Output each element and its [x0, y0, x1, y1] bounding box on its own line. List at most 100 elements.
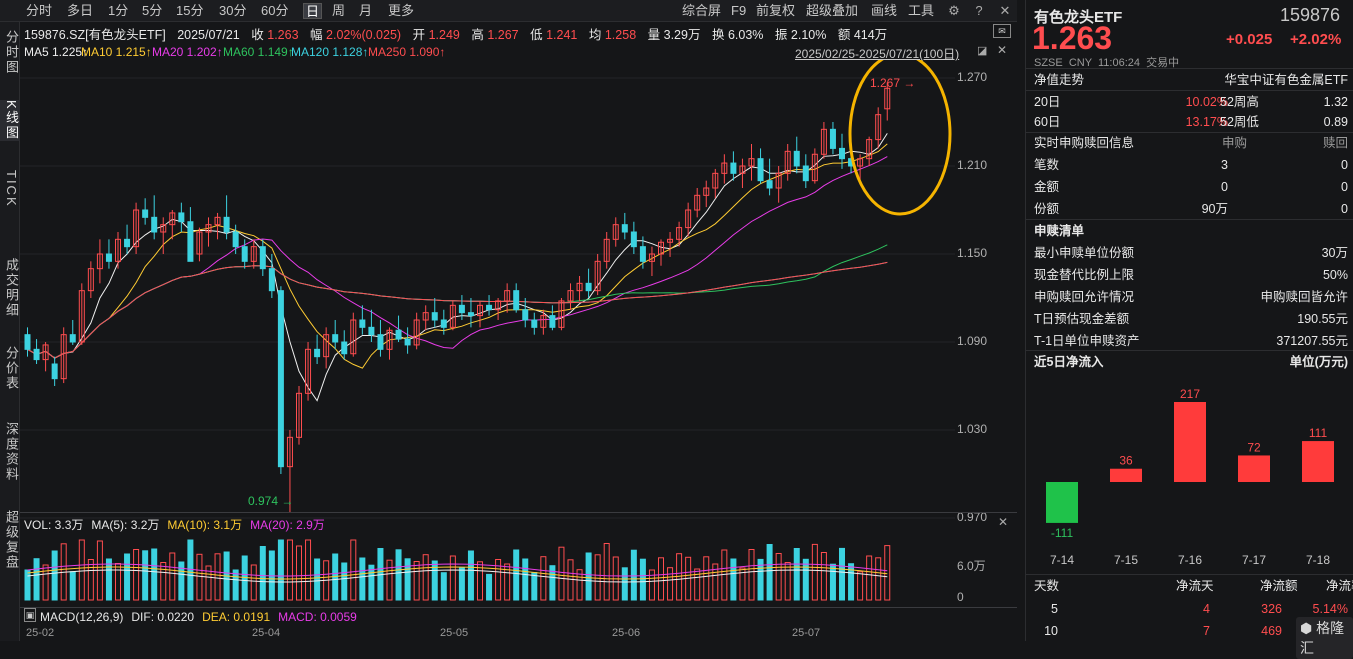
candle: [793, 150, 800, 167]
subscription-title: 实时申购赎回信息: [1034, 136, 1135, 150]
candle: [241, 246, 248, 262]
close-value: 1.263: [267, 28, 299, 42]
high-annotation: 1.267 →: [870, 76, 916, 90]
macd-legend: MACD(12,26,9) DIF: 0.0220 DEA: 0.0191 MACD:…: [40, 610, 365, 624]
candle: [51, 363, 58, 380]
flow-value: -111: [1051, 526, 1074, 540]
watermark-text: 格隆汇: [1300, 620, 1345, 656]
stat-label-2: 52周高: [1220, 95, 1259, 109]
tab-8[interactable]: 周: [332, 3, 345, 19]
vol-label-1: MA(5): 3.2万: [91, 518, 160, 532]
ma60-line: [27, 244, 888, 359]
toolbar-item-3[interactable]: 超级叠加: [806, 3, 858, 19]
volume-bar: [603, 543, 610, 601]
volume-bar: [350, 539, 357, 601]
lock-icon[interactable]: ▣: [24, 608, 36, 622]
list-label: T日预估现金差额: [1034, 312, 1130, 326]
ma-label-3: MA60 1.149↑: [223, 45, 294, 59]
flow-table-cell: 469: [1261, 624, 1282, 638]
tab-7[interactable]: 日: [303, 3, 323, 19]
flow-bar: [1174, 402, 1206, 482]
candle: [621, 224, 628, 233]
list-header: 申赎清单: [1034, 220, 1348, 242]
left-tab-5[interactable]: 深度资料: [0, 422, 20, 482]
tab-6[interactable]: 60分: [261, 3, 288, 19]
volume-bar: [522, 558, 529, 601]
flow-table-cell: 7: [1203, 624, 1210, 638]
candle: [232, 231, 239, 248]
volume-bar: [413, 561, 420, 601]
candle: [124, 238, 131, 248]
settings-gear-icon[interactable]: ⚙: [946, 3, 962, 19]
left-tab-3[interactable]: 成交明细: [0, 258, 20, 318]
subscription-label: 金额: [1034, 180, 1060, 194]
volume-bar: [540, 556, 547, 601]
help-icon[interactable]: ?: [971, 3, 987, 19]
left-tab-4[interactable]: 分价表: [0, 346, 20, 391]
volume-bar: [639, 558, 646, 601]
candle: [33, 348, 40, 361]
toolbar-item-4[interactable]: 画线: [871, 3, 897, 19]
subscription-value: 90万: [1201, 202, 1228, 216]
amount-value: 414万: [853, 28, 888, 42]
tab-2[interactable]: 1分: [108, 3, 128, 19]
open-label: 开: [412, 28, 426, 42]
candle: [585, 282, 592, 292]
tab-5[interactable]: 30分: [219, 3, 246, 19]
volume-bar: [621, 567, 628, 601]
kline-chart[interactable]: [20, 60, 955, 635]
candle: [259, 246, 266, 270]
toolbar-item-2[interactable]: 前复权: [756, 3, 795, 19]
left-tab-2[interactable]: TICK: [0, 170, 20, 208]
tab-0[interactable]: 分时: [26, 3, 52, 19]
volume-bar: [386, 559, 393, 601]
left-tab-0[interactable]: 分时图: [0, 30, 20, 75]
wechat-icon[interactable]: ✉: [993, 24, 1011, 38]
stat-label: 60日: [1034, 115, 1061, 129]
list-value: 30万: [1321, 246, 1348, 260]
panel-maximize-icon[interactable]: ◪: [977, 44, 987, 57]
macd-label-2: DEA: 0.0191: [202, 610, 271, 624]
list-label: 最小申赎单位份额: [1034, 246, 1135, 260]
toolbar-item-1[interactable]: F9: [731, 3, 746, 19]
candle: [395, 329, 402, 340]
subscription-row: 笔数 3 0: [1034, 154, 1348, 176]
flow-bar: [1238, 455, 1270, 482]
subscription-label: 笔数: [1034, 158, 1060, 172]
tab-4[interactable]: 15分: [176, 3, 203, 19]
stat-row: 20日 10.02% 52周高 1.32: [1034, 91, 1348, 113]
volume-bar: [458, 567, 465, 601]
date-tick-4: 25-07: [792, 627, 821, 639]
close-icon[interactable]: ✕: [997, 3, 1013, 19]
toolbar-item-5[interactable]: 工具: [908, 3, 934, 19]
amplitude-label: 振: [774, 28, 788, 42]
stat-label-2: 52周低: [1220, 115, 1259, 129]
left-tab-1[interactable]: K线图: [0, 100, 20, 141]
tab-1[interactable]: 多日: [67, 3, 93, 19]
list-label: 现金替代比例上限: [1034, 268, 1135, 282]
panel-close-icon[interactable]: ✕: [997, 43, 1007, 57]
flow-table-col-header: 净流天: [1176, 579, 1214, 593]
flow-table-col-header: 净流率: [1326, 579, 1353, 593]
candle: [105, 253, 112, 262]
date-tick-0: 25-02: [26, 627, 55, 639]
candle: [404, 338, 411, 346]
volume-bar: [395, 549, 402, 601]
vol-close-icon[interactable]: ✕: [998, 515, 1008, 529]
left-tab-6[interactable]: 超级复盘: [0, 510, 20, 570]
volume-bar: [748, 549, 755, 601]
tab-10[interactable]: 更多: [388, 3, 414, 19]
change-label: 幅: [310, 28, 323, 42]
high-annotation-value: 1.267: [870, 76, 901, 90]
flow-value: 72: [1247, 440, 1261, 454]
tab-9[interactable]: 月: [359, 3, 372, 19]
candle: [178, 212, 185, 223]
candle: [377, 334, 384, 350]
candle: [431, 312, 438, 321]
tab-3[interactable]: 5分: [142, 3, 162, 19]
flow-header: 近5日净流入 单位(万元): [1034, 351, 1348, 373]
volume-bar: [105, 558, 112, 601]
toolbar-item-0[interactable]: 综合屏: [682, 3, 721, 19]
nav-row[interactable]: 净值走势 华宝中证有色金属ETF: [1034, 69, 1348, 91]
volume-bar: [857, 571, 864, 601]
